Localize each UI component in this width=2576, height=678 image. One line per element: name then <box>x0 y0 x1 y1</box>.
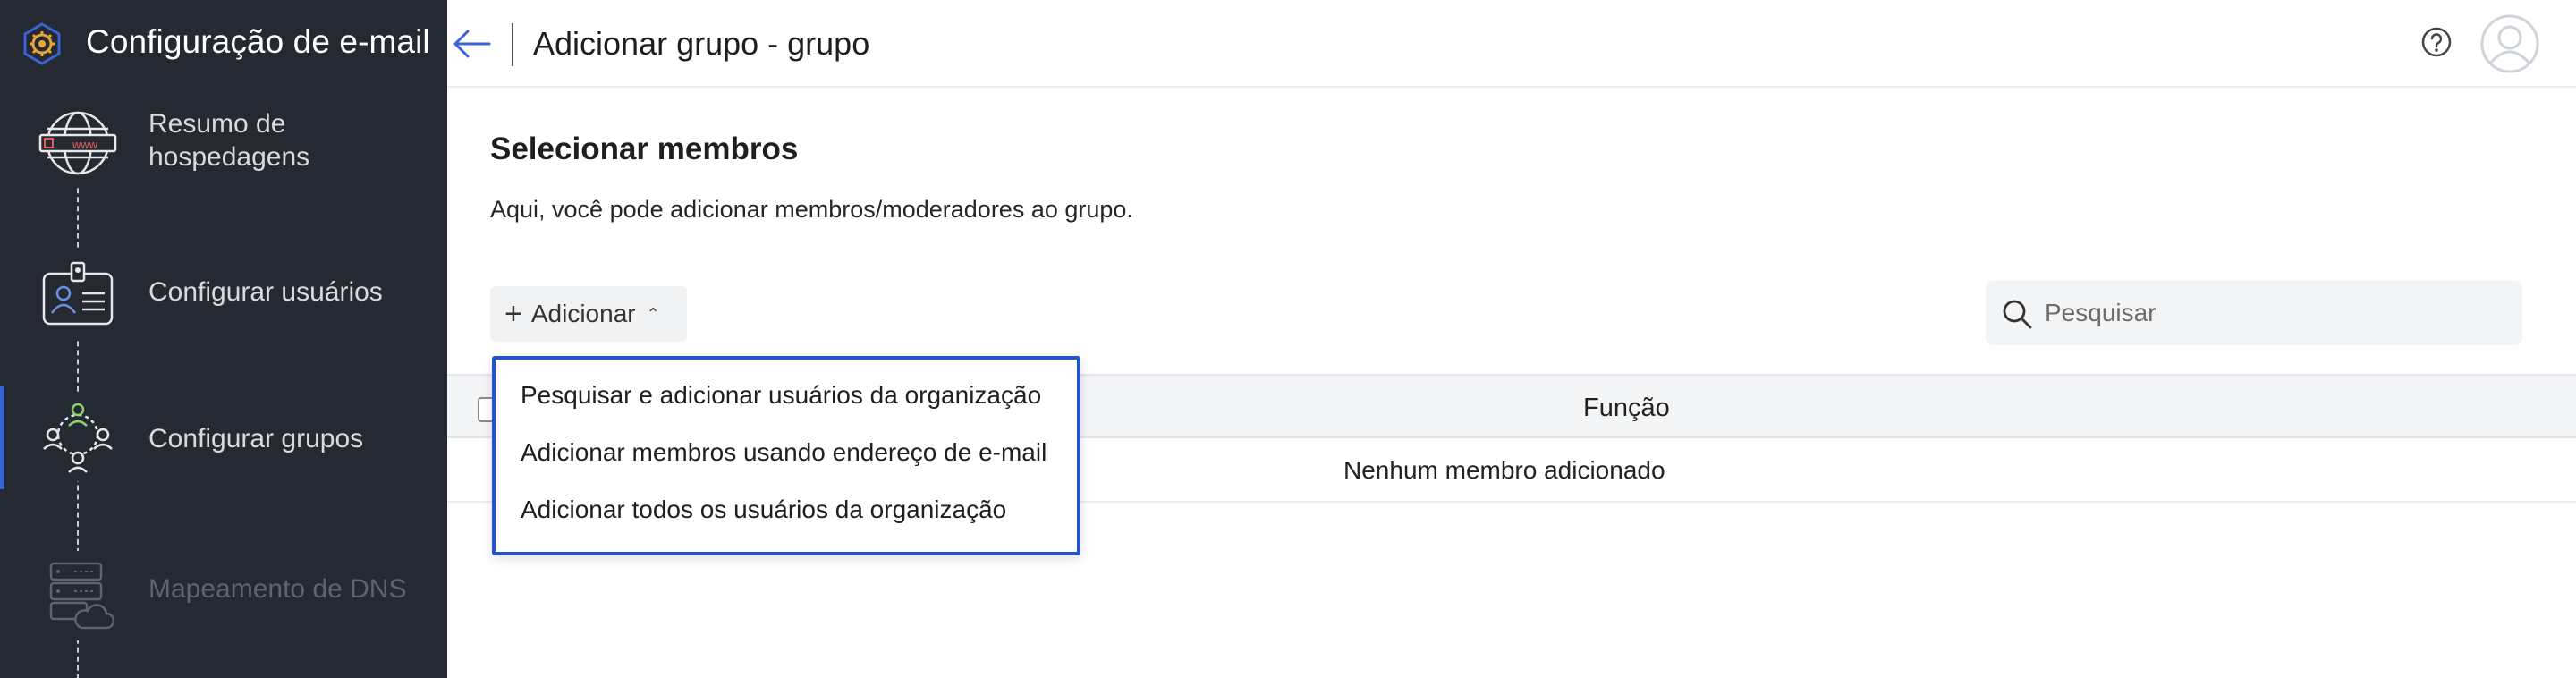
menu-item-search-org-users[interactable]: Pesquisar e adicionar usuários da organi… <box>521 381 1041 410</box>
add-member-button[interactable]: + Adicionar ⌃ <box>490 286 687 342</box>
sidebar-step-label: Resumo de hospedagens <box>148 109 310 172</box>
top-header: Adicionar grupo - grupo <box>447 0 2576 88</box>
app-title: Configuração de e-mail <box>86 23 430 60</box>
sidebar-step-dns-mapping[interactable]: Mapeamento de DNS <box>0 542 447 676</box>
empty-message: Nenhum membro adicionado <box>1343 456 1665 484</box>
sidebar-step-configure-groups[interactable]: Configurar grupos <box>0 386 447 521</box>
sidebar-step-configure-users[interactable]: Configurar usuários <box>0 250 447 385</box>
help-icon[interactable] <box>2420 26 2453 58</box>
sidebar-step-hosting-summary[interactable]: www Resumo de hospedagens <box>0 98 447 233</box>
globe-www-icon: www <box>32 98 123 188</box>
brand-header: Configuração de e-mail <box>0 0 447 88</box>
server-cloud-icon <box>32 551 123 640</box>
column-header-role[interactable]: Função <box>1583 394 1670 423</box>
svg-text:www: www <box>72 138 98 151</box>
search-input[interactable] <box>2045 293 2501 333</box>
user-avatar-icon[interactable] <box>2479 13 2540 74</box>
back-button[interactable] <box>447 20 496 68</box>
add-button-label: Adicionar <box>530 300 636 327</box>
menu-item-add-all-org-users[interactable]: Adicionar todos os usuários da organizaç… <box>521 496 1006 524</box>
sidebar-step-label: Configurar usuários <box>148 277 383 307</box>
sidebar: Configuração de e-mail www Resumo de hos… <box>0 0 447 678</box>
header-divider <box>512 23 513 66</box>
menu-item-add-by-email[interactable]: Adicionar membros usando endereço de e-m… <box>521 438 1046 467</box>
active-indicator <box>0 386 4 489</box>
email-config-logo-icon <box>23 22 61 65</box>
page-title: Adicionar grupo - grupo <box>533 25 870 62</box>
plus-icon: + <box>504 297 522 331</box>
search-icon <box>2003 300 2032 329</box>
add-options-dropdown: Pesquisar e adicionar usuários da organi… <box>492 356 1080 555</box>
search-box <box>1986 281 2522 345</box>
section-title: Selecionar membros <box>490 131 799 166</box>
id-card-icon <box>32 250 123 340</box>
group-network-icon <box>32 392 123 481</box>
arrow-left-icon <box>453 30 491 58</box>
chevron-up-icon: ⌃ <box>646 304 660 323</box>
sidebar-step-label: Mapeamento de DNS <box>148 574 407 604</box>
sidebar-step-label: Configurar grupos <box>148 424 364 453</box>
section-description: Aqui, você pode adicionar membros/modera… <box>490 196 1133 223</box>
